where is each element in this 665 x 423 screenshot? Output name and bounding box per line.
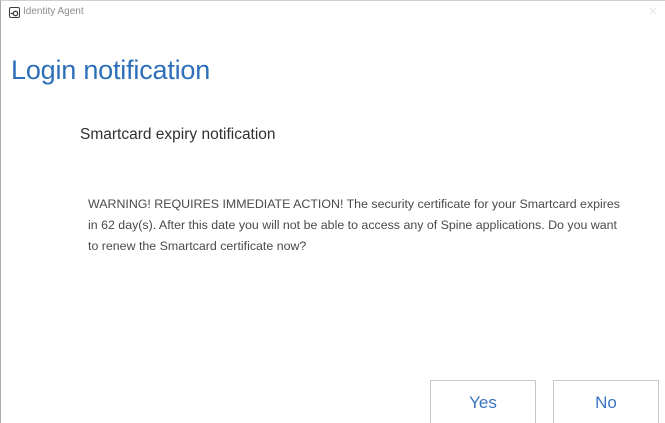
identity-agent-window: Identity Agent ✕ Login notification Smar… bbox=[0, 0, 665, 423]
warning-message: WARNING! REQUIRES IMMEDIATE ACTION! The … bbox=[88, 197, 620, 253]
title-bar[interactable]: Identity Agent ✕ bbox=[1, 1, 665, 27]
no-button[interactable]: No bbox=[553, 380, 659, 423]
yes-button[interactable]: Yes bbox=[430, 380, 536, 423]
page-title: Login notification bbox=[11, 55, 211, 85]
identity-agent-icon bbox=[9, 7, 20, 18]
app-title: Identity Agent bbox=[23, 6, 84, 17]
close-button[interactable]: ✕ bbox=[645, 4, 661, 20]
notification-subtitle: Smartcard expiry notification bbox=[80, 126, 276, 143]
